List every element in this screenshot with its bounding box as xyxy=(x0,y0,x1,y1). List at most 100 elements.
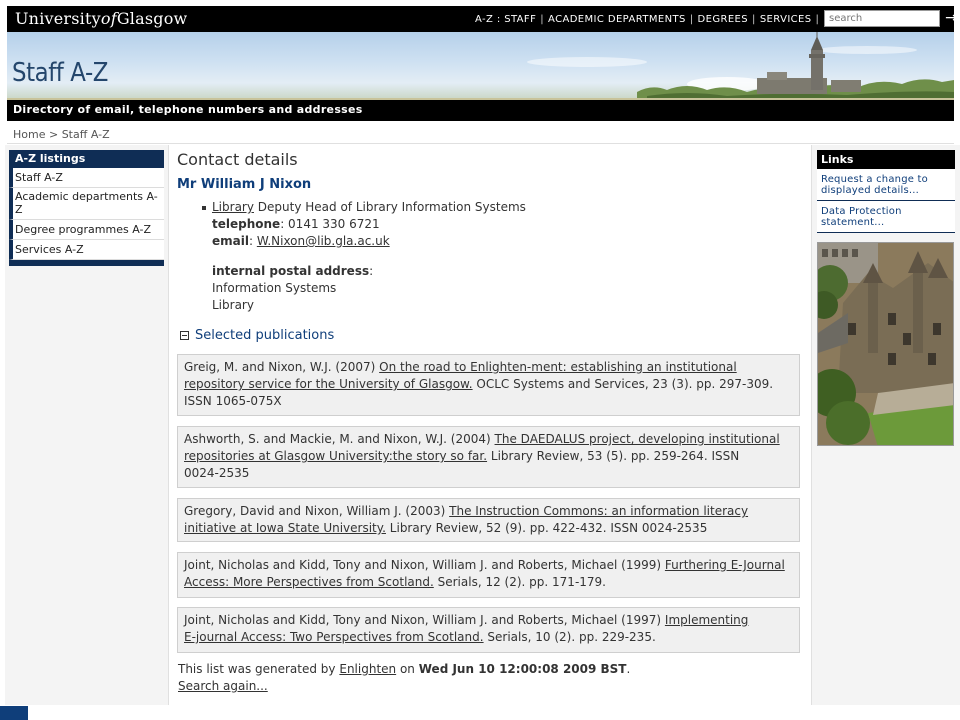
email-label: email xyxy=(212,234,249,248)
search-submit-button[interactable]: → xyxy=(942,9,960,28)
email-link[interactable]: W.Nixon@lib.gla.ac.uk xyxy=(257,234,390,248)
logo-text-of: of xyxy=(100,9,117,28)
telephone-number: 0141 330 6721 xyxy=(288,217,380,231)
nav-separator: | xyxy=(540,13,545,25)
divider xyxy=(7,143,954,144)
arrow-right-icon: → xyxy=(945,10,957,26)
breadcrumb-separator: > xyxy=(48,128,59,141)
nav-separator: | xyxy=(752,13,756,25)
publication-line: Joint, Nicholas and Kidd, Tony and Nixon… xyxy=(184,557,793,574)
nav-separator: | xyxy=(815,13,820,25)
publication-line: repositories at Glasgow University:the s… xyxy=(184,448,793,465)
contact-details: Library Deputy Head of Library Informati… xyxy=(202,199,526,314)
publication-citation: OCLC Systems and Services, 23 (3). pp. 2… xyxy=(476,377,774,391)
department-link[interactable]: Library xyxy=(212,200,254,214)
publication-citation: Serials, 10 (2). pp. 229-235. xyxy=(487,630,656,644)
publication-authors: Ashworth, S. and Mackie, M. and Nixon, W… xyxy=(184,432,491,446)
nav-separator: | xyxy=(689,13,694,25)
publication-citation: Library Review, 52 (9). pp. 422-432. ISS… xyxy=(389,521,708,535)
links-heading: Links xyxy=(817,150,955,169)
publication-item: Joint, Nicholas and Kidd, Tony and Nixon… xyxy=(177,607,800,653)
contact-details-heading: Contact details xyxy=(177,150,298,169)
publication-item: Gregory, David and Nixon, William J. (20… xyxy=(177,498,800,542)
request-change-link[interactable]: Request a change to displayed details... xyxy=(817,169,955,201)
right-sidebar: Links Request a change to displayed deta… xyxy=(811,145,960,705)
publication-line: Gregory, David and Nixon, William J. (20… xyxy=(184,503,793,520)
publication-issn: 0024-2535 xyxy=(184,466,250,480)
job-title: Deputy Head of Library Information Syste… xyxy=(257,200,526,214)
publication-authors: Greig, M. and Nixon, W.J. (2007) xyxy=(184,360,376,374)
sidebar-item-staff-az[interactable]: Staff A-Z xyxy=(9,168,164,188)
publication-line: E-journal Access: Two Perspectives from … xyxy=(184,629,793,646)
breadcrumb: Home > Staff A-Z xyxy=(13,128,110,141)
publication-title-link[interactable]: repository service for the University of… xyxy=(184,377,473,391)
nav-az-staff[interactable]: A-Z : STAFF xyxy=(475,14,536,25)
publication-citation: Serials, 12 (2). pp. 171-179. xyxy=(437,575,606,589)
link-text-line: Request a change to xyxy=(821,174,928,185)
bullet-icon xyxy=(202,206,206,210)
generated-suffix: . xyxy=(626,662,631,676)
publication-authors: Gregory, David and Nixon, William J. (20… xyxy=(184,504,446,518)
staff-az-banner: Staff A-Z xyxy=(7,32,954,100)
tagline-bar: Directory of email, telephone numbers an… xyxy=(7,100,954,121)
logo-text-university: University xyxy=(15,9,101,28)
nav-services[interactable]: SERVICES xyxy=(760,14,812,25)
logo-text-glasgow: Glasgow xyxy=(116,9,188,28)
publication-line: Greig, M. and Nixon, W.J. (2007) On the … xyxy=(184,359,793,376)
link-text-line: displayed details... xyxy=(821,185,920,196)
publication-item: Greig, M. and Nixon, W.J. (2007) On the … xyxy=(177,354,800,416)
search-again-link[interactable]: Search again... xyxy=(178,679,268,693)
publication-title-link[interactable]: The Instruction Commons: an information … xyxy=(449,504,748,518)
left-sidebar: A-Z listings Staff A-Z Academic departme… xyxy=(5,145,169,705)
publication-title-link[interactable]: On the road to Enlighten-ment: establish… xyxy=(379,360,737,374)
az-listings-menu: A-Z listings Staff A-Z Academic departme… xyxy=(9,150,164,266)
campus-skyline-image xyxy=(7,32,954,100)
selected-publications-toggle[interactable]: Selected publications xyxy=(180,328,334,343)
publication-title-link[interactable]: initiative at Iowa State University. xyxy=(184,521,386,535)
nav-academic-departments[interactable]: ACADEMIC DEPARTMENTS xyxy=(548,14,686,25)
selected-publications-heading: Selected publications xyxy=(195,328,335,343)
link-text-line: statement... xyxy=(821,217,885,228)
top-navigation: A-Z : STAFF | ACADEMIC DEPARTMENTS | DEG… xyxy=(475,12,823,26)
collapse-minus-icon xyxy=(180,331,189,340)
postal-address-label: internal postal address xyxy=(212,264,370,278)
main-content: Contact details Mr William J Nixon Libra… xyxy=(170,145,810,705)
page-tagline: Directory of email, telephone numbers an… xyxy=(13,103,363,116)
links-panel: Links Request a change to displayed deta… xyxy=(817,150,955,233)
postal-address-label-line: internal postal address: xyxy=(212,264,374,278)
breadcrumb-current: Staff A-Z xyxy=(61,128,110,141)
university-building-photo xyxy=(817,242,954,446)
publication-title-link[interactable]: repositories at Glasgow University:the s… xyxy=(184,449,487,463)
sidebar-item-academic-departments-az[interactable]: Academic departments A-Z xyxy=(9,188,164,220)
page-title: Staff A-Z xyxy=(12,58,109,88)
publication-title-link[interactable]: Implementing xyxy=(665,613,749,627)
publication-authors: Joint, Nicholas and Kidd, Tony and Nixon… xyxy=(184,613,662,627)
generated-on: on xyxy=(399,662,415,676)
postal-address-line: Information Systems xyxy=(212,281,337,295)
generated-line: This list was generated by Enlighten on … xyxy=(178,661,630,678)
publication-item: Ashworth, S. and Mackie, M. and Nixon, W… xyxy=(177,426,800,488)
sidebar-item-services-az[interactable]: Services A-Z xyxy=(9,240,164,260)
publication-line: initiative at Iowa State University. Lib… xyxy=(184,520,793,537)
search-input[interactable] xyxy=(824,10,940,27)
email-line: email: W.Nixon@lib.gla.ac.uk xyxy=(212,234,390,248)
telephone-label: telephone xyxy=(212,217,281,231)
publication-line: Access: More Perspectives from Scotland.… xyxy=(184,574,793,591)
publication-issn: ISSN 1065-075X xyxy=(184,394,282,408)
university-logo[interactable]: UniversityofGlasgow xyxy=(15,9,187,29)
department-line: Library Deputy Head of Library Informati… xyxy=(212,199,526,216)
telephone-line: telephone: 0141 330 6721 xyxy=(212,217,380,231)
publication-item: Joint, Nicholas and Kidd, Tony and Nixon… xyxy=(177,552,800,598)
top-bar: UniversityofGlasgow A-Z : STAFF | ACADEM… xyxy=(7,6,957,32)
publication-title-link[interactable]: E-journal Access: Two Perspectives from … xyxy=(184,630,484,644)
publication-title-link[interactable]: Furthering E-Journal xyxy=(665,558,785,572)
sidebar-item-degree-programmes-az[interactable]: Degree programmes A-Z xyxy=(9,220,164,240)
publication-title-link[interactable]: Access: More Perspectives from Scotland. xyxy=(184,575,434,589)
publication-authors: Joint, Nicholas and Kidd, Tony and Nixon… xyxy=(184,558,662,572)
enlighten-link[interactable]: Enlighten xyxy=(339,662,396,676)
publication-title-link[interactable]: The DAEDALUS project, developing institu… xyxy=(495,432,780,446)
data-protection-link[interactable]: Data Protection statement... xyxy=(817,201,955,233)
az-listings-footer xyxy=(9,260,164,266)
breadcrumb-home[interactable]: Home xyxy=(13,128,45,141)
nav-degrees[interactable]: DEGREES xyxy=(698,14,749,25)
